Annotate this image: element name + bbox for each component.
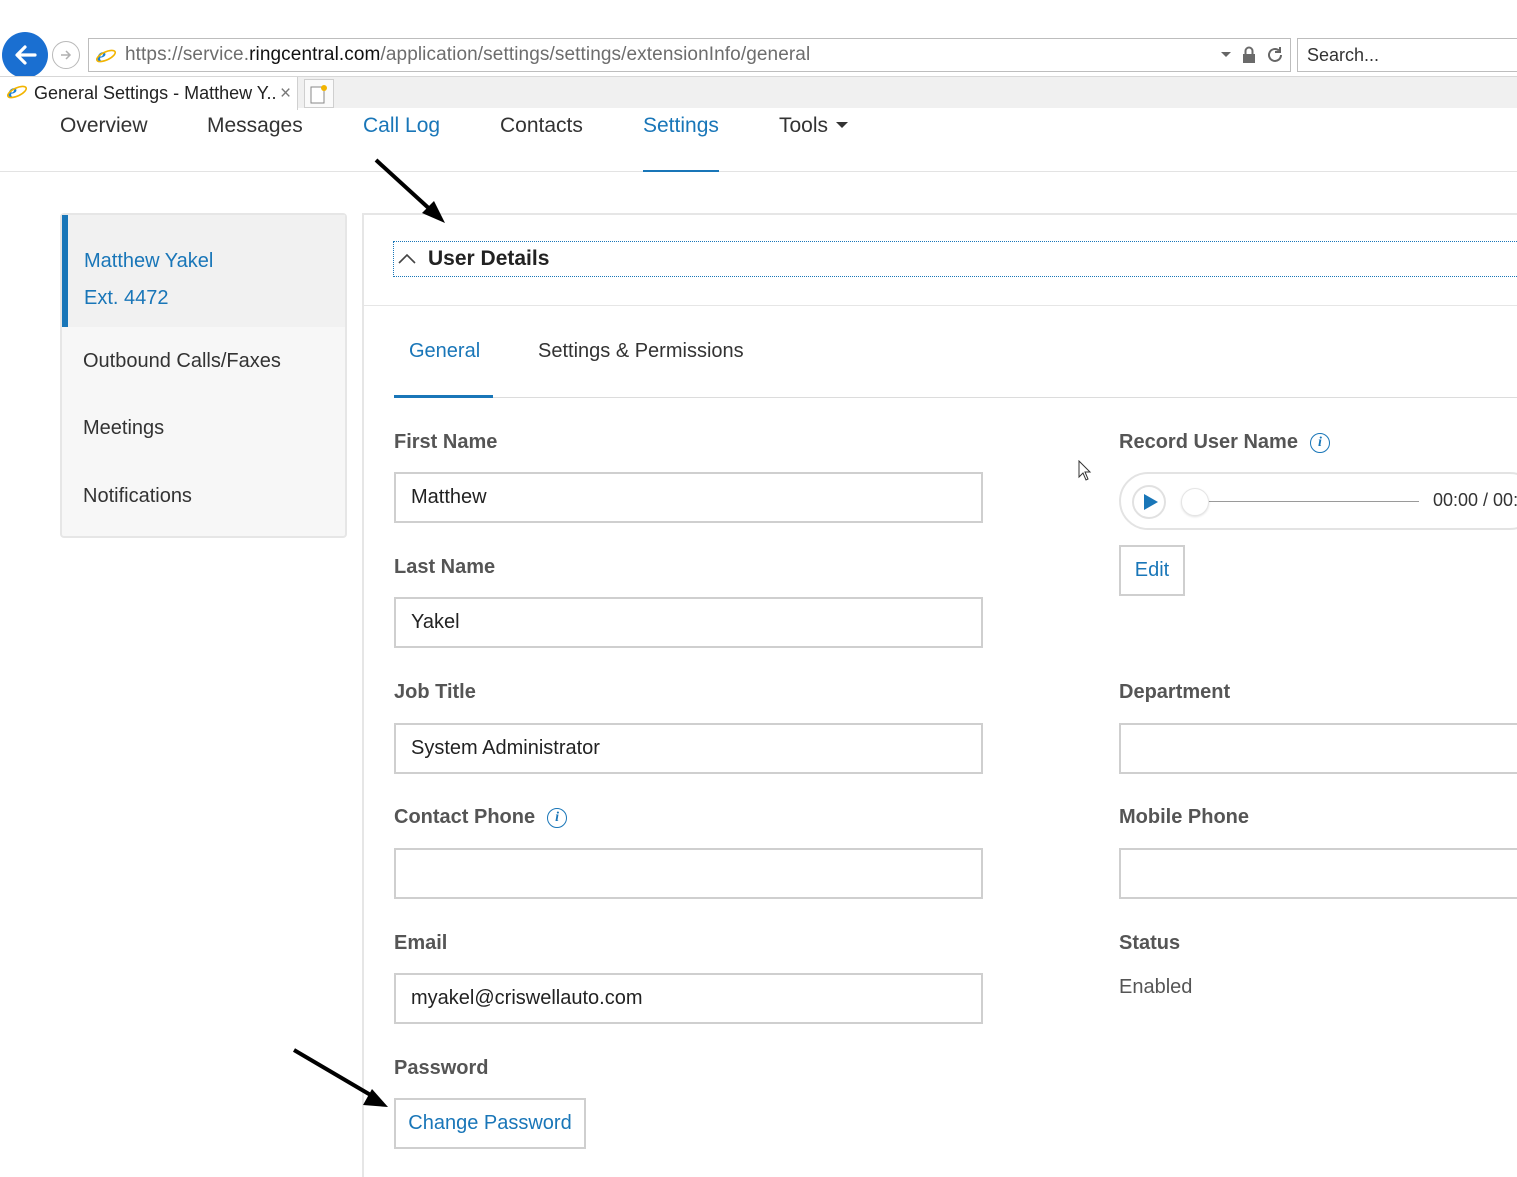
- chevron-up-icon: [398, 253, 416, 264]
- contact-phone-label: Contact Phone i: [394, 806, 568, 829]
- close-tab-icon[interactable]: ×: [280, 83, 291, 105]
- section-title: User Details: [428, 247, 550, 270]
- browser-chrome: e https://service.ringcentral.com/applic…: [0, 0, 1517, 110]
- divider: [394, 397, 1517, 398]
- status-label: Status: [1119, 932, 1181, 954]
- back-icon[interactable]: [2, 32, 48, 78]
- ie-tab-icon: e: [6, 80, 28, 107]
- last-name-field[interactable]: Yakel: [394, 597, 983, 648]
- annotation-arrow-icon: [292, 1048, 388, 1107]
- main-panel: [362, 213, 1517, 1177]
- tab-general[interactable]: General: [409, 340, 480, 363]
- new-tab-icon[interactable]: [304, 79, 334, 108]
- tab-strip: e General Settings - Matthew Y... ×: [0, 76, 1517, 110]
- contact-phone-field[interactable]: [394, 848, 983, 899]
- nav-settings[interactable]: Settings: [643, 114, 719, 172]
- sidebar-extension: Ext. 4472: [84, 287, 169, 309]
- job-title-label: Job Title: [394, 681, 476, 703]
- tab-title: General Settings - Matthew Y...: [34, 83, 278, 103]
- sidebar-item-meetings[interactable]: Meetings: [83, 417, 164, 440]
- change-password-button[interactable]: Change Password: [394, 1098, 586, 1149]
- caret-down-icon: [836, 121, 849, 128]
- info-icon[interactable]: i: [1309, 432, 1330, 453]
- divider: [364, 305, 1517, 306]
- dropdown-arrow-icon[interactable]: [1220, 51, 1232, 59]
- record-user-name-label: Record User Name i: [1119, 431, 1330, 454]
- play-button[interactable]: [1132, 485, 1166, 519]
- active-tab-indicator: [394, 395, 493, 398]
- sidebar-item-outbound[interactable]: Outbound Calls/Faxes: [83, 350, 281, 373]
- play-icon: [1143, 494, 1158, 510]
- first-name-label: First Name: [394, 431, 498, 453]
- info-icon[interactable]: i: [547, 807, 568, 828]
- edit-button[interactable]: Edit: [1119, 545, 1185, 596]
- department-label: Department: [1119, 681, 1231, 703]
- search-placeholder: Search...: [1307, 44, 1380, 65]
- nav-messages[interactable]: Messages: [207, 114, 303, 172]
- forward-icon[interactable]: [52, 41, 80, 69]
- browser-search-input[interactable]: Search...: [1297, 38, 1517, 72]
- nav-overview[interactable]: Overview: [60, 114, 148, 172]
- address-bar[interactable]: e https://service.ringcentral.com/applic…: [88, 38, 1291, 72]
- lock-icon[interactable]: [1242, 46, 1256, 64]
- sidebar: Matthew Yakel Ext. 4472 Outbound Calls/F…: [60, 213, 347, 538]
- password-label: Password: [394, 1057, 489, 1079]
- status-value: Enabled: [1119, 976, 1193, 998]
- annotation-arrow-icon: [374, 158, 445, 223]
- audio-progress-handle[interactable]: [1181, 488, 1209, 516]
- audio-progress-track[interactable]: [1209, 501, 1419, 502]
- app-nav: Overview Messages Call Log Contacts Sett…: [0, 108, 1517, 172]
- refresh-icon[interactable]: [1266, 46, 1284, 64]
- sidebar-user[interactable]: Matthew Yakel Ext. 4472: [62, 215, 345, 327]
- mouse-cursor-icon: [1078, 460, 1092, 481]
- email-label: Email: [394, 932, 448, 954]
- audio-time: 00:00 / 00:: [1433, 490, 1517, 510]
- ie-logo-icon: e: [95, 44, 117, 66]
- user-details-header[interactable]: User Details: [393, 241, 1517, 277]
- first-name-field[interactable]: Matthew: [394, 472, 983, 523]
- email-field[interactable]: myakel@criswellauto.com: [394, 973, 983, 1024]
- sidebar-user-name: Matthew Yakel: [84, 250, 214, 272]
- nav-tools-label: Tools: [779, 114, 829, 137]
- record-user-name-label-text: Record User Name: [1119, 431, 1298, 453]
- department-field[interactable]: [1119, 723, 1517, 774]
- contact-phone-label-text: Contact Phone: [394, 806, 536, 828]
- mobile-phone-field[interactable]: [1119, 848, 1517, 899]
- url-text: https://service.ringcentral.com/applicat…: [125, 44, 811, 65]
- browser-tab[interactable]: e General Settings - Matthew Y... ×: [0, 77, 298, 110]
- last-name-label: Last Name: [394, 556, 496, 578]
- job-title-field[interactable]: System Administrator: [394, 723, 983, 774]
- nav-contacts[interactable]: Contacts: [500, 114, 583, 172]
- sidebar-item-notifications[interactable]: Notifications: [83, 485, 192, 508]
- audio-player: 00:00 / 00:: [1119, 472, 1517, 530]
- nav-tools[interactable]: Tools: [779, 114, 849, 172]
- mobile-phone-label: Mobile Phone: [1119, 806, 1249, 828]
- tab-settings-permissions[interactable]: Settings & Permissions: [538, 340, 744, 363]
